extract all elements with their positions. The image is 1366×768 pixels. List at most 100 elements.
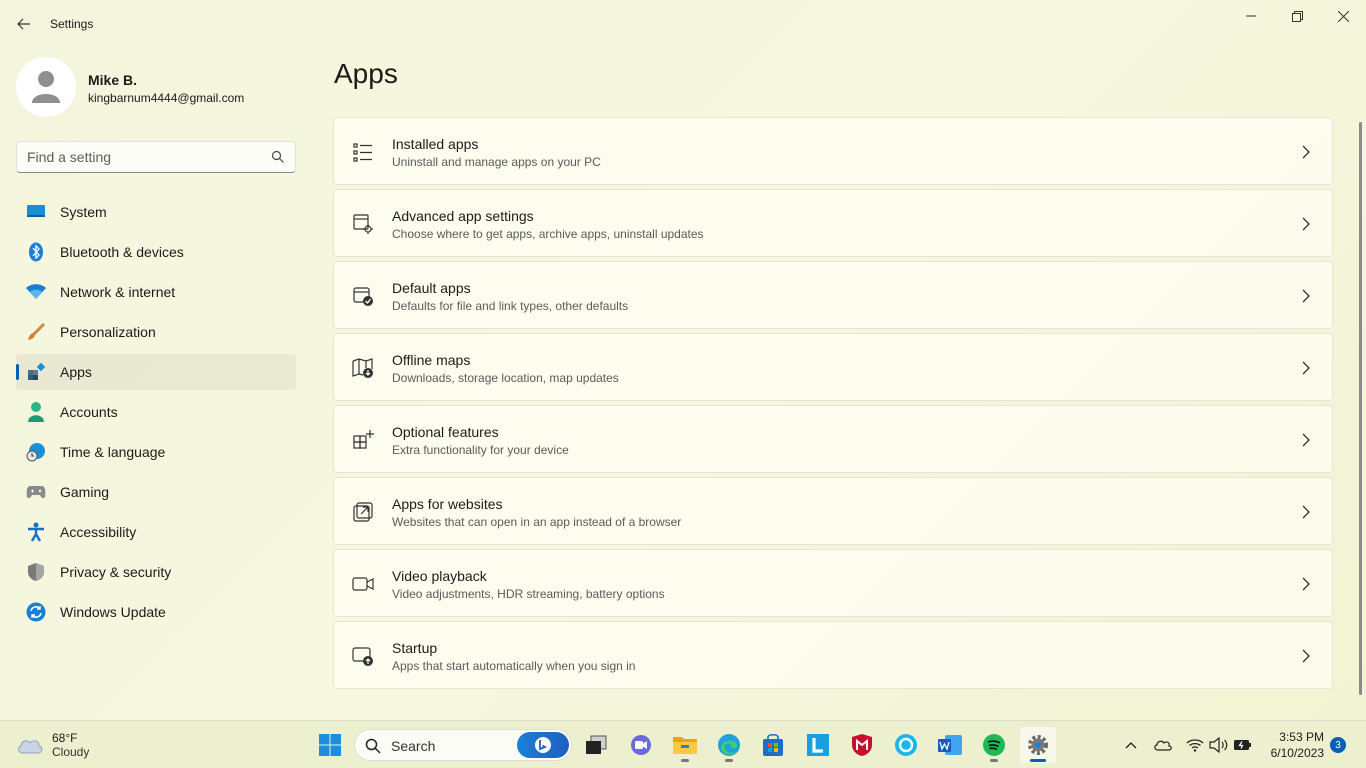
search-icon[interactable]: [271, 150, 285, 164]
card-title: Advanced app settings: [392, 208, 534, 224]
restore-button[interactable]: [1274, 0, 1320, 32]
onedrive-button[interactable]: [1152, 733, 1174, 757]
microsoft-store-button[interactable]: [755, 727, 791, 763]
windows-logo-icon: [319, 734, 341, 756]
card-advanced-app-settings[interactable]: Advanced app settings Choose where to ge…: [333, 189, 1333, 257]
edge-icon: [718, 734, 740, 756]
card-subtitle: Uninstall and manage apps on your PC: [392, 155, 601, 169]
sidebar-item-accessibility[interactable]: Accessibility: [16, 514, 296, 550]
card-title: Apps for websites: [392, 496, 503, 512]
card-title: Installed apps: [392, 136, 479, 152]
restore-icon: [1291, 10, 1303, 22]
settings-search: [16, 141, 296, 173]
weather-temperature: 68°F: [52, 731, 78, 745]
card-title: Video playback: [392, 568, 487, 584]
show-hidden-icons-button[interactable]: [1120, 733, 1142, 757]
card-subtitle: Apps that start automatically when you s…: [392, 659, 636, 673]
taskbar-search[interactable]: Search: [354, 729, 572, 761]
title-bar: Settings: [0, 0, 1366, 48]
card-apps-for-websites[interactable]: Apps for websites Websites that can open…: [333, 477, 1333, 545]
running-indicator: [681, 759, 689, 762]
l-app-icon: [807, 734, 829, 756]
window-title: Settings: [50, 17, 94, 31]
card-optional-features[interactable]: Optional features Extra functionality fo…: [333, 405, 1333, 473]
card-subtitle: Extra functionality for your device: [392, 443, 569, 457]
cloud-icon: [18, 740, 43, 754]
close-button[interactable]: [1320, 0, 1366, 32]
brush-icon: [26, 322, 46, 342]
chevron-right-icon: [1300, 505, 1312, 519]
sidebar-item-label: Bluetooth & devices: [60, 244, 184, 260]
sidebar-item-privacy[interactable]: Privacy & security: [16, 554, 296, 590]
sidebar-item-bluetooth[interactable]: Bluetooth & devices: [16, 234, 296, 270]
mcafee-button[interactable]: [844, 727, 880, 763]
bluetooth-icon: [26, 242, 46, 262]
volume-icon: [1209, 737, 1228, 753]
wifi-icon: [26, 282, 46, 302]
sidebar-item-windows-update[interactable]: Windows Update: [16, 594, 296, 630]
search-input[interactable]: [17, 142, 257, 172]
minimize-button[interactable]: [1228, 0, 1274, 32]
sidebar-item-label: Accounts: [60, 404, 118, 420]
back-button[interactable]: [10, 12, 38, 36]
network-status-button[interactable]: [1184, 733, 1206, 757]
card-subtitle: Downloads, storage location, map updates: [392, 371, 619, 385]
chevron-right-icon: [1300, 289, 1312, 303]
sidebar-item-personalization[interactable]: Personalization: [16, 314, 296, 350]
word-button[interactable]: [932, 727, 968, 763]
back-arrow-icon: [17, 18, 30, 30]
chevron-right-icon: [1300, 577, 1312, 591]
sidebar-item-gaming[interactable]: Gaming: [16, 474, 296, 510]
task-view-button[interactable]: [578, 727, 614, 763]
battery-charging-icon: [1234, 740, 1251, 750]
person-icon: [26, 402, 46, 422]
file-explorer-button[interactable]: [667, 727, 703, 763]
card-title: Optional features: [392, 424, 499, 440]
sidebar-item-system[interactable]: System: [16, 194, 296, 230]
sidebar-nav: System Bluetooth & devices Network & int…: [16, 194, 296, 634]
card-installed-apps[interactable]: Installed apps Uninstall and manage apps…: [333, 117, 1333, 185]
map-download-icon: [352, 357, 374, 379]
chevron-right-icon: [1300, 217, 1312, 231]
bing-icon[interactable]: [517, 732, 569, 758]
edge-browser-button[interactable]: [711, 727, 747, 763]
running-indicator: [725, 759, 733, 762]
active-indicator: [1030, 759, 1046, 762]
alexa-button[interactable]: [888, 727, 924, 763]
avatar[interactable]: [16, 57, 76, 117]
volume-button[interactable]: [1208, 733, 1230, 757]
l-app-button[interactable]: [800, 727, 836, 763]
minimize-icon: [1246, 15, 1256, 17]
onedrive-cloud-icon: [1154, 740, 1172, 751]
vertical-scrollbar[interactable]: [1359, 122, 1362, 695]
card-video-playback[interactable]: Video playback Video adjustments, HDR st…: [333, 549, 1333, 617]
sidebar-item-network[interactable]: Network & internet: [16, 274, 296, 310]
card-offline-maps[interactable]: Offline maps Downloads, storage location…: [333, 333, 1333, 401]
card-title: Default apps: [392, 280, 471, 296]
settings-button[interactable]: [1020, 727, 1056, 763]
person-avatar-icon: [32, 71, 60, 103]
teams-chat-button[interactable]: [623, 727, 659, 763]
mcafee-shield-icon: [852, 734, 872, 756]
spotify-button[interactable]: [976, 727, 1012, 763]
battery-button[interactable]: [1232, 733, 1254, 757]
start-button[interactable]: [312, 727, 348, 763]
taskbar-clock[interactable]: 3:53 PM 6/10/2023: [1262, 729, 1324, 761]
page-title: Apps: [334, 58, 398, 89]
chevron-up-icon: [1125, 742, 1137, 749]
notification-badge[interactable]: 3: [1330, 737, 1346, 753]
card-default-apps[interactable]: Default apps Defaults for file and link …: [333, 261, 1333, 329]
video-camera-icon: [352, 573, 374, 595]
card-startup[interactable]: Startup Apps that start automatically wh…: [333, 621, 1333, 689]
sidebar-item-time-language[interactable]: Time & language: [16, 434, 296, 470]
sidebar-item-label: Gaming: [60, 484, 110, 500]
card-subtitle: Video adjustments, HDR streaming, batter…: [392, 587, 665, 601]
alexa-icon: [895, 734, 917, 756]
chevron-right-icon: [1300, 649, 1312, 663]
sidebar-item-accounts[interactable]: Accounts: [16, 394, 296, 430]
globe-clock-icon: [26, 442, 46, 462]
weather-widget[interactable]: 68°F Cloudy: [16, 729, 126, 761]
sidebar-item-apps[interactable]: Apps: [16, 354, 296, 390]
card-subtitle: Websites that can open in an app instead…: [392, 515, 682, 529]
task-view-icon: [586, 735, 607, 754]
